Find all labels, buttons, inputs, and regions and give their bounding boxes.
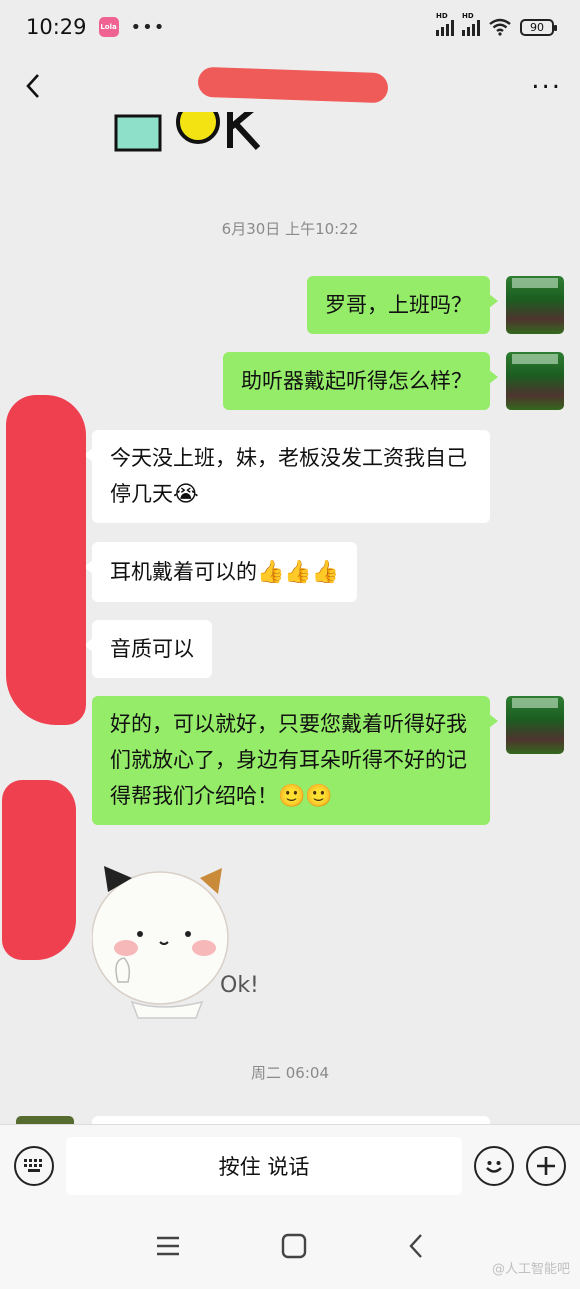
signal-icon: HD: [436, 12, 454, 36]
message-bubble[interactable]: 罗哥，上班吗？: [307, 276, 498, 334]
message-bubble[interactable]: 耳机戴着可以的👍👍👍: [83, 542, 358, 602]
message-row: 好的，可以就好，只要您戴着听得好我们就放心了，身边有耳朵听得不好的记得帮我们介绍…: [92, 696, 564, 825]
timestamp: 6月30日 上午10:22: [221, 220, 359, 238]
battery-icon: 90: [520, 18, 557, 36]
timestamp: 周二 06:04: [251, 1064, 329, 1082]
chevron-left-icon[interactable]: [18, 71, 48, 101]
redacted-avatar: [6, 395, 86, 725]
smiley-icon[interactable]: [474, 1145, 514, 1186]
watermark: @人工智能吧: [491, 1262, 570, 1277]
message-bubble[interactable]: 音质可以: [84, 620, 212, 678]
plus-icon[interactable]: [526, 1145, 566, 1186]
sticker-caption: Ok!: [220, 973, 259, 998]
home-square-icon[interactable]: [281, 1233, 307, 1263]
thumbs-up-emoji-icon: 👍👍👍: [257, 560, 340, 585]
more-dots-icon: •••: [130, 16, 166, 38]
message-bubble[interactable]: 今天没上班，妹，老板没发工资我自己停几天😭: [84, 430, 490, 523]
app-badge-icon: Lola: [98, 17, 119, 37]
my-avatar[interactable]: [506, 696, 564, 754]
my-avatar[interactable]: [506, 352, 564, 410]
crying-laughing-emoji-icon: 😭: [173, 482, 199, 507]
menu-icon[interactable]: [155, 1235, 181, 1261]
status-time: 10:29: [26, 15, 87, 39]
smiley-emoji-icon: 🙂🙂: [278, 784, 333, 809]
message-bubble[interactable]: 好的，可以就好，只要您戴着听得好我们就放心了，身边有耳朵听得不好的记得帮我们介绍…: [92, 696, 498, 825]
status-bar: 10:29 Lola ••• HD HD 90: [0, 0, 580, 54]
wifi-icon: [489, 18, 511, 36]
message-bubble[interactable]: 助听器戴起听得怎么样？: [223, 352, 498, 410]
redacted-avatar: [2, 780, 76, 960]
cat-ok-sticker[interactable]: Ok!: [91, 862, 282, 1022]
hold-to-talk-button[interactable]: 按住 说话: [66, 1136, 462, 1195]
message-row: 助听器戴起听得怎么样？: [223, 352, 564, 410]
sticker-partial: [112, 112, 262, 152]
redacted-contact-name: [197, 66, 389, 104]
message-row: 音质可以: [84, 620, 212, 678]
back-triangle-icon[interactable]: [407, 1233, 425, 1263]
ellipsis-icon[interactable]: ...: [531, 67, 562, 97]
signal-icon: HD: [462, 12, 480, 36]
chat-header: ...: [0, 54, 580, 118]
message-row: 罗哥，上班吗？: [307, 276, 564, 334]
message-row: 耳机戴着可以的👍👍👍: [83, 542, 358, 602]
keyboard-icon[interactable]: [14, 1145, 54, 1186]
input-bar: 按住 说话: [0, 1124, 580, 1206]
my-avatar[interactable]: [506, 276, 564, 334]
message-row: 今天没上班，妹，老板没发工资我自己停几天😭: [84, 430, 490, 523]
